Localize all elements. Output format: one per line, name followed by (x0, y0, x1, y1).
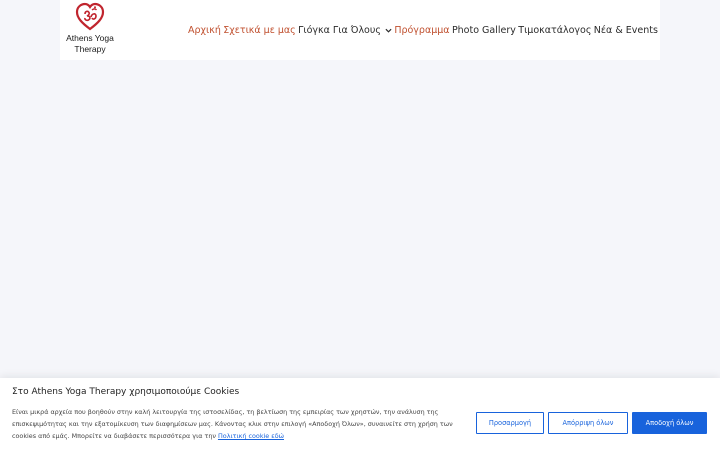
customize-button[interactable]: Προσαρμογή (476, 412, 544, 434)
nav-item-label: Γιόγκα Για Όλους (298, 24, 381, 36)
nav-item-home[interactable]: Αρχική (188, 25, 221, 36)
nav-item-label: Νέα & Events (593, 24, 658, 36)
page-content (0, 60, 720, 378)
cookie-policy-link[interactable]: Πολιτική cookie εδώ (218, 432, 284, 440)
cookie-buttons: Προσαρμογή Απόρριψη όλων Αποδοχή όλων (476, 412, 707, 434)
nav-item-yoga-for-all[interactable]: Γιόγκα Για Όλους (298, 25, 392, 36)
cookie-title: Στο Athens Yoga Therapy χρησιμοποιούμε C… (12, 387, 240, 397)
nav-item-about[interactable]: Σχετικά με μας (223, 25, 296, 36)
nav-item-news-events[interactable]: Νέα & Events (594, 25, 658, 36)
main-nav: Αρχική Σχετικά με μας Γιόγκα Για Όλους Π… (188, 0, 658, 60)
nav-item-pricing[interactable]: Τιμοκατάλογος (518, 25, 591, 36)
nav-item-schedule[interactable]: Πρόγραμμα (394, 25, 449, 36)
logo-text-line1: Athens Yoga (66, 33, 114, 43)
nav-item-photo-gallery[interactable]: Photo Gallery (452, 25, 516, 36)
accept-all-button[interactable]: Αποδοχή όλων (632, 412, 707, 434)
site-header: Athens Yoga Therapy Αρχική Σχετικά με μα… (60, 0, 660, 60)
site-logo[interactable]: Athens Yoga Therapy (60, 2, 120, 58)
cookie-description: Είναι μικρά αρχεία που βοηθούν στην καλή… (12, 406, 462, 442)
nav-item-label: Πρόγραμμα (394, 24, 450, 36)
cookie-banner: Στο Athens Yoga Therapy χρησιμοποιούμε C… (0, 378, 720, 450)
nav-item-label: Photo Gallery (451, 24, 516, 36)
heart-om-icon (75, 2, 105, 31)
nav-item-label: Σχετικά με μας (223, 24, 296, 36)
nav-item-label: Τιμοκατάλογος (518, 24, 592, 36)
logo-text-line2: Therapy (74, 44, 106, 54)
nav-item-label: Αρχική (188, 24, 221, 36)
chevron-down-icon (385, 28, 392, 33)
reject-all-button[interactable]: Απόρριψη όλων (548, 412, 628, 434)
